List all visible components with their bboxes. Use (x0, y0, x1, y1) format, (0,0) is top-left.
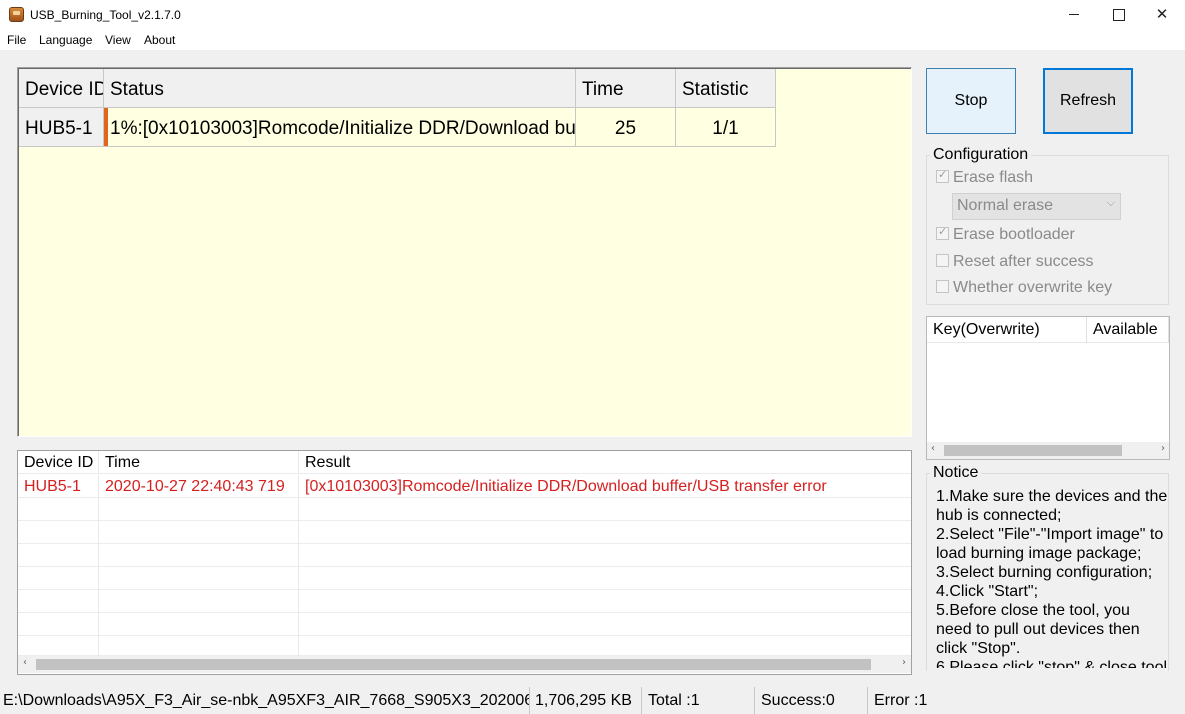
log-empty-cell (299, 521, 911, 544)
image-size: 1,706,295 KB (532, 687, 642, 714)
chevron-down-icon: ⌵ (1106, 196, 1115, 209)
menu-file[interactable]: File (7, 33, 26, 47)
log-empty-cell (99, 498, 299, 521)
log-empty-cell (18, 498, 99, 521)
log-row-device-id: HUB5-1 (18, 475, 99, 498)
title-bar: USB_Burning_Tool_v2.1.7.0 ✕ (0, 0, 1185, 30)
stop-button[interactable]: Stop (926, 68, 1016, 134)
log-table-scrollbar[interactable]: ‹ › (18, 656, 911, 673)
erase-flash-checkbox[interactable] (936, 168, 949, 183)
key-table[interactable]: Key(Overwrite) Available ‹ › (926, 316, 1170, 460)
notice-body: 1.Make sure the devices and the hub is c… (936, 488, 1168, 668)
device-row-statistic: 1/1 (676, 108, 776, 147)
reset-after-success-option[interactable]: Reset after success (936, 253, 1094, 271)
scroll-right-icon[interactable]: › (1161, 443, 1165, 454)
error-count: Error :1 (874, 692, 928, 709)
log-empty-cell (99, 567, 299, 590)
log-table[interactable]: Device ID Time Result HUB5-1 2020-10-27 … (17, 450, 912, 675)
log-header-device-id[interactable]: Device ID (18, 451, 99, 474)
log-empty-cell (299, 636, 911, 656)
reset-after-success-label: Reset after success (953, 253, 1094, 270)
log-empty-cell (299, 544, 911, 567)
log-empty-cell (299, 567, 911, 590)
log-row-time: 2020-10-27 22:40:43 719 (99, 475, 299, 498)
column-header-status[interactable]: Status (104, 69, 576, 108)
log-empty-cell (18, 613, 99, 636)
app-icon (9, 7, 24, 22)
log-empty-cell (99, 521, 299, 544)
scroll-left-icon[interactable]: ‹ (931, 443, 935, 454)
log-header-time[interactable]: Time (99, 451, 299, 474)
log-empty-cell (18, 544, 99, 567)
reset-after-success-checkbox[interactable] (936, 254, 949, 267)
device-table[interactable]: Device ID Status Time Statistic HUB5-1 1… (17, 67, 912, 437)
menu-about[interactable]: About (144, 33, 175, 47)
column-header-key[interactable]: Key(Overwrite) (927, 317, 1087, 343)
scroll-left-icon[interactable]: ‹ (23, 657, 27, 668)
notice-title: Notice (930, 464, 982, 482)
scrollbar-thumb[interactable] (36, 659, 871, 670)
log-empty-cell (299, 613, 911, 636)
log-empty-cell (299, 590, 911, 613)
menu-language[interactable]: Language (39, 33, 92, 47)
log-empty-cell (99, 590, 299, 613)
log-empty-cell (18, 567, 99, 590)
log-row-result: [0x10103003]Romcode/Initialize DDR/Downl… (299, 475, 911, 498)
overwrite-key-option[interactable]: Whether overwrite key (936, 279, 1112, 297)
refresh-button[interactable]: Refresh (1043, 68, 1133, 134)
device-row-id[interactable]: HUB5-1 (19, 108, 104, 147)
log-empty-cell (18, 521, 99, 544)
menu-view[interactable]: View (105, 33, 131, 47)
column-header-available[interactable]: Available (1087, 317, 1169, 343)
erase-bootloader-option[interactable]: Erase bootloader (936, 225, 1075, 244)
log-empty-cell (18, 590, 99, 613)
erase-mode-select[interactable]: Normal erase ⌵ (952, 193, 1121, 220)
scrollbar-thumb[interactable] (944, 445, 1122, 456)
menu-bar: File Language View About (0, 30, 1185, 50)
overwrite-key-checkbox[interactable] (936, 280, 949, 293)
log-empty-cell (99, 544, 299, 567)
status-marker (104, 108, 108, 146)
window-title: USB_Burning_Tool_v2.1.7.0 (30, 8, 181, 22)
log-empty-cell (18, 636, 99, 656)
device-row-time: 25 (576, 108, 676, 147)
erase-bootloader-label: Erase bootloader (953, 226, 1075, 243)
log-header-result[interactable]: Result (299, 451, 911, 474)
device-row-status[interactable]: 1%:[0x10103003]Romcode/Initialize DDR/Do… (104, 108, 576, 147)
close-icon: ✕ (1155, 5, 1169, 23)
column-header-statistic[interactable]: Statistic (676, 69, 776, 108)
log-empty-cell (99, 613, 299, 636)
close-button[interactable]: ✕ (1139, 0, 1185, 30)
column-header-device-id[interactable]: Device ID (19, 69, 104, 108)
maximize-button[interactable] (1095, 0, 1141, 30)
column-header-time[interactable]: Time (576, 69, 676, 108)
minimize-button[interactable] (1051, 0, 1097, 30)
device-row-status-text: 1%:[0x10103003]Romcode/Initialize DDR/Do… (110, 118, 576, 139)
overwrite-key-label: Whether overwrite key (953, 279, 1113, 296)
notice-text: 1.Make sure the devices and the hub is c… (936, 487, 1168, 668)
erase-bootloader-checkbox[interactable] (936, 225, 949, 240)
log-empty-cell (299, 498, 911, 521)
success-count: Success:0 (758, 687, 868, 714)
scroll-right-icon[interactable]: › (902, 657, 906, 668)
configuration-title: Configuration (930, 146, 1032, 164)
erase-flash-label: Erase flash (953, 169, 1034, 186)
erase-mode-value: Normal erase (957, 197, 1054, 214)
total-count: Total :1 (645, 687, 755, 714)
status-bar: E:\Downloads\A95X_F3_Air_se-nbk_A95XF3_A… (0, 687, 1185, 714)
log-empty-cell (99, 636, 299, 656)
image-path: E:\Downloads\A95X_F3_Air_se-nbk_A95XF3_A… (0, 687, 530, 714)
key-table-scrollbar[interactable]: ‹ › (927, 442, 1169, 459)
erase-flash-option[interactable]: Erase flash (936, 168, 1034, 187)
